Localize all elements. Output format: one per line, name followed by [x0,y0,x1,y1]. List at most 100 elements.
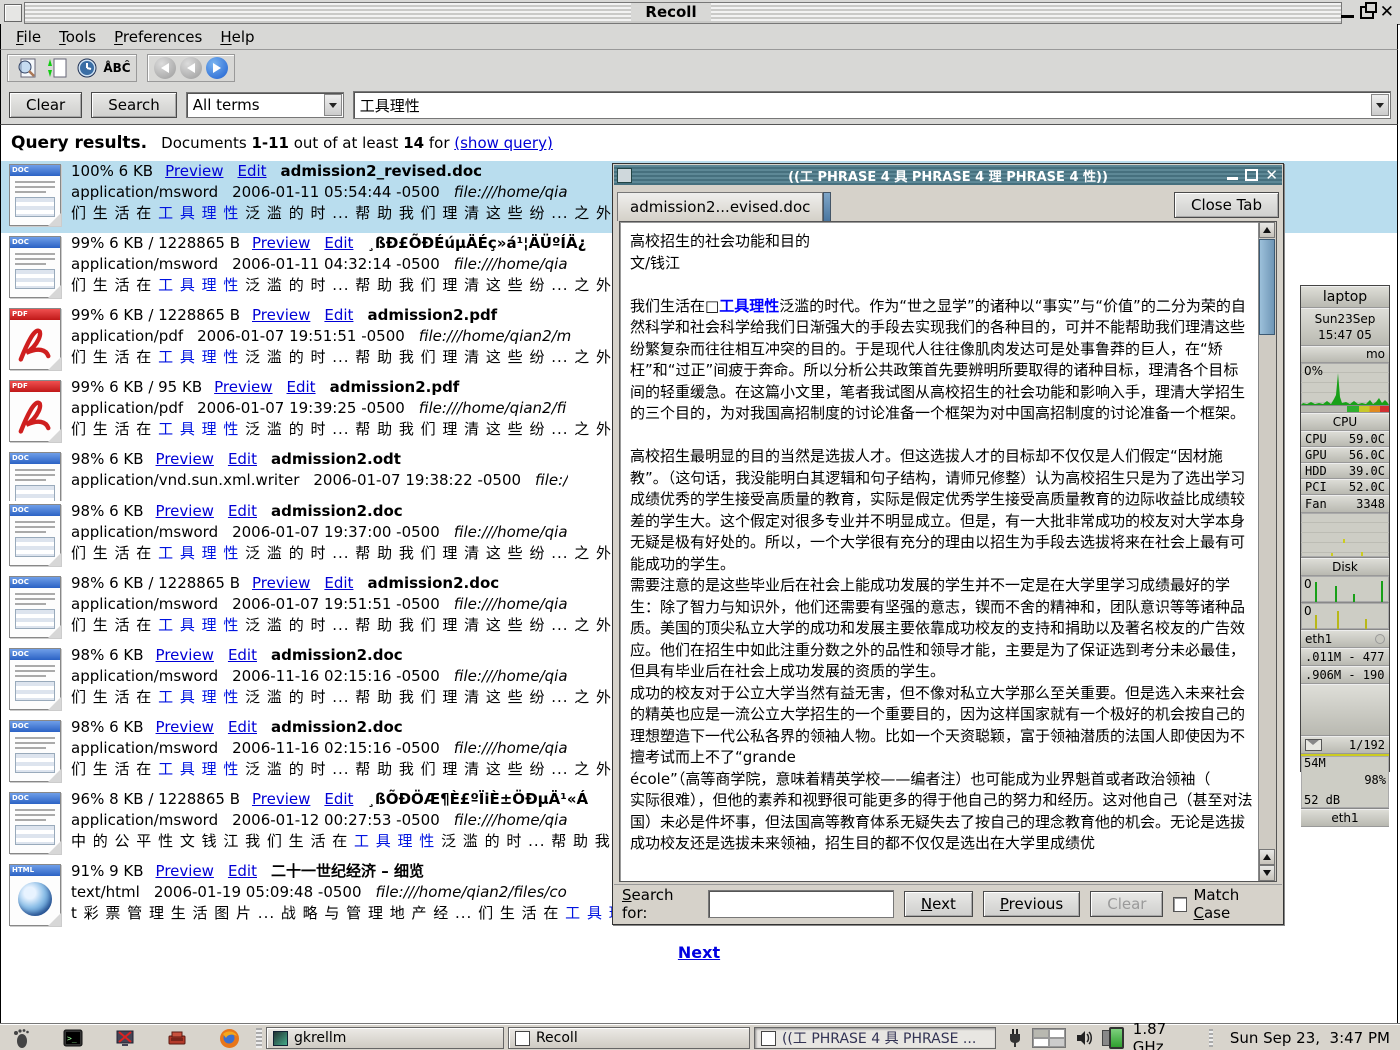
edit-link[interactable]: Edit [228,718,257,736]
find-previous-button[interactable]: Previous [983,891,1080,917]
results-header-for: for [424,134,454,152]
search-row: Clear Search All terms [0,86,1398,124]
gkrellm-hostname[interactable]: laptop [1301,286,1389,308]
task-list: gkrellmRecoll((工 PHRASE 4 具 PHRASE ... [266,1027,1000,1049]
preview-minimize-icon[interactable] [1227,177,1238,180]
snippet-post: 泛 滥 的 时 ... 帮 助 我 们 理 清 这 些 纷 ... 之 外 的 [239,204,633,222]
restore-icon[interactable] [1360,6,1374,19]
firefox-icon[interactable] [218,1027,240,1049]
find-input[interactable] [708,890,894,918]
result-title: ¸ßÕÐÖÆ¶È£ºÏiÈ±ÖÐµÄ¹«Á [367,790,588,808]
preview-titlebar[interactable]: ((工 PHRASE 4 具 PHRASE 4 理 PHRASE 4 性)) ✕ [614,165,1282,185]
show-query-link[interactable]: (show query) [454,134,553,152]
preview-scrollbar[interactable] [1258,222,1276,881]
search-button[interactable]: Search [91,92,177,118]
volume-speaker-icon[interactable] [1073,1027,1094,1049]
taskbar-clock[interactable]: Sun Sep 23, 3:47 PM [1220,1029,1400,1047]
next-page-link[interactable]: Next [1,943,1397,962]
edit-link[interactable]: Edit [237,162,266,180]
bottom-net-title[interactable]: eth1 [1301,809,1389,827]
power-plug-icon[interactable] [1004,1027,1025,1049]
preview-link[interactable]: Preview [165,162,223,180]
taskbar-task[interactable]: ((工 PHRASE 4 具 PHRASE ... [754,1027,996,1049]
result-line1: 98% 6 KBPreviewEditadmission2.doc [71,717,634,738]
preview-text-area[interactable]: 高校招生的社会功能和目的文/钱江 我们生活在□工具理性泛滥的时代。作为“世之显学… [619,221,1277,882]
memory-meter: 54M 98% 52 dB [1301,754,1389,809]
gnome-menu-icon[interactable] [10,1027,32,1049]
edit-link[interactable]: Edit [324,574,353,592]
query-history-chevron-icon[interactable] [1371,94,1389,116]
cpu-section-title[interactable]: CPU [1301,413,1389,431]
preview-link[interactable]: Preview [156,718,214,736]
terminal-icon[interactable]: >_ [62,1027,84,1049]
menu-item-file[interactable]: File [7,26,50,48]
taskbar-task[interactable]: Recoll [508,1027,750,1049]
term-explorer-icon[interactable]: ÅBĈ [104,56,130,80]
find-next-button[interactable]: Next [904,891,973,917]
preview-link[interactable]: Preview [156,862,214,880]
preview-link[interactable]: Preview [214,378,272,396]
taskbar-handle[interactable] [256,1028,262,1048]
menu-item-help[interactable]: Help [211,26,263,48]
menu-item-preferences[interactable]: Preferences [105,26,211,48]
snippet-highlight: 工 具 理 性 [158,544,239,562]
preview-tab[interactable]: admission2...evised.doc [617,192,823,221]
chevron-down-icon[interactable] [324,94,342,116]
preview-maximize-icon[interactable] [1245,169,1258,181]
toolbar-group-left: ÅBĈ [7,54,137,82]
result-title: admission2.doc [271,646,403,664]
taskbar-task[interactable]: gkrellm [266,1027,504,1049]
edit-link[interactable]: Edit [228,646,257,664]
minimize-icon[interactable] [1341,15,1354,18]
scrollbar-thumb[interactable] [1259,239,1275,335]
preview-link[interactable]: Preview [252,574,310,592]
edit-link[interactable]: Edit [287,378,316,396]
advanced-search-icon[interactable] [14,56,40,80]
preview-close-icon[interactable]: ✕ [1265,166,1278,184]
gkrellm-panel[interactable]: laptop Sun23Sep 15:47 05 mo 0% CPU CPU59… [1300,285,1390,772]
file-type-label: DOC [10,505,60,516]
result-url: file:///home/qia [454,595,568,613]
file-icon-art [10,466,60,501]
scroll-down-icon[interactable] [1259,865,1275,881]
net-interface-row[interactable]: eth1 [1301,630,1389,648]
search-mode-select[interactable]: All terms [186,92,344,118]
file-icon-pdf: PDF [9,380,61,442]
close-icon[interactable]: ✕ [1380,2,1394,22]
close-tab-button[interactable]: Close Tab [1174,192,1279,218]
preview-link[interactable]: Preview [156,502,214,520]
disk-section-title[interactable]: Disk [1301,558,1389,576]
menu-item-tools[interactable]: Tools [50,26,105,48]
preview-link[interactable]: Preview [252,790,310,808]
scroll-up-icon[interactable] [1259,222,1275,238]
edit-link[interactable]: Edit [324,306,353,324]
scroll-up2-icon[interactable] [1259,849,1275,865]
recoll-window-titlebar[interactable]: Recoll ✕ [0,0,1400,25]
find-clear-button[interactable]: Clear [1090,891,1163,917]
sort-document-icon[interactable] [44,56,70,80]
cpufreq-battery-icon[interactable] [1102,1027,1124,1049]
edit-link[interactable]: Edit [228,502,257,520]
history-clock-icon[interactable] [74,56,100,80]
edit-link[interactable]: Edit [228,862,257,880]
preview-link[interactable]: Preview [156,646,214,664]
edit-link[interactable]: Edit [228,450,257,468]
edit-link[interactable]: Edit [324,790,353,808]
lock-screen-icon[interactable] [114,1027,136,1049]
fan-chart [1301,513,1389,558]
preview-link[interactable]: Preview [252,306,310,324]
first-page-icon[interactable] [154,57,176,79]
edit-link[interactable]: Edit [324,234,353,252]
temp-value: 59.0C [1349,432,1385,446]
preview-link[interactable]: Preview [156,450,214,468]
search-input[interactable] [354,95,1371,115]
workspace-pager[interactable] [1032,1028,1066,1048]
preview-link[interactable]: Preview [252,234,310,252]
net-tx-readout: .906M - 190 [1301,666,1389,684]
match-case-checkbox[interactable] [1173,897,1187,912]
mail-row[interactable]: 1/192 [1301,736,1389,754]
next-page-icon[interactable] [206,57,228,79]
clear-button[interactable]: Clear [9,92,82,118]
typewriter-icon[interactable] [166,1027,188,1049]
prev-page-icon[interactable] [180,57,202,79]
